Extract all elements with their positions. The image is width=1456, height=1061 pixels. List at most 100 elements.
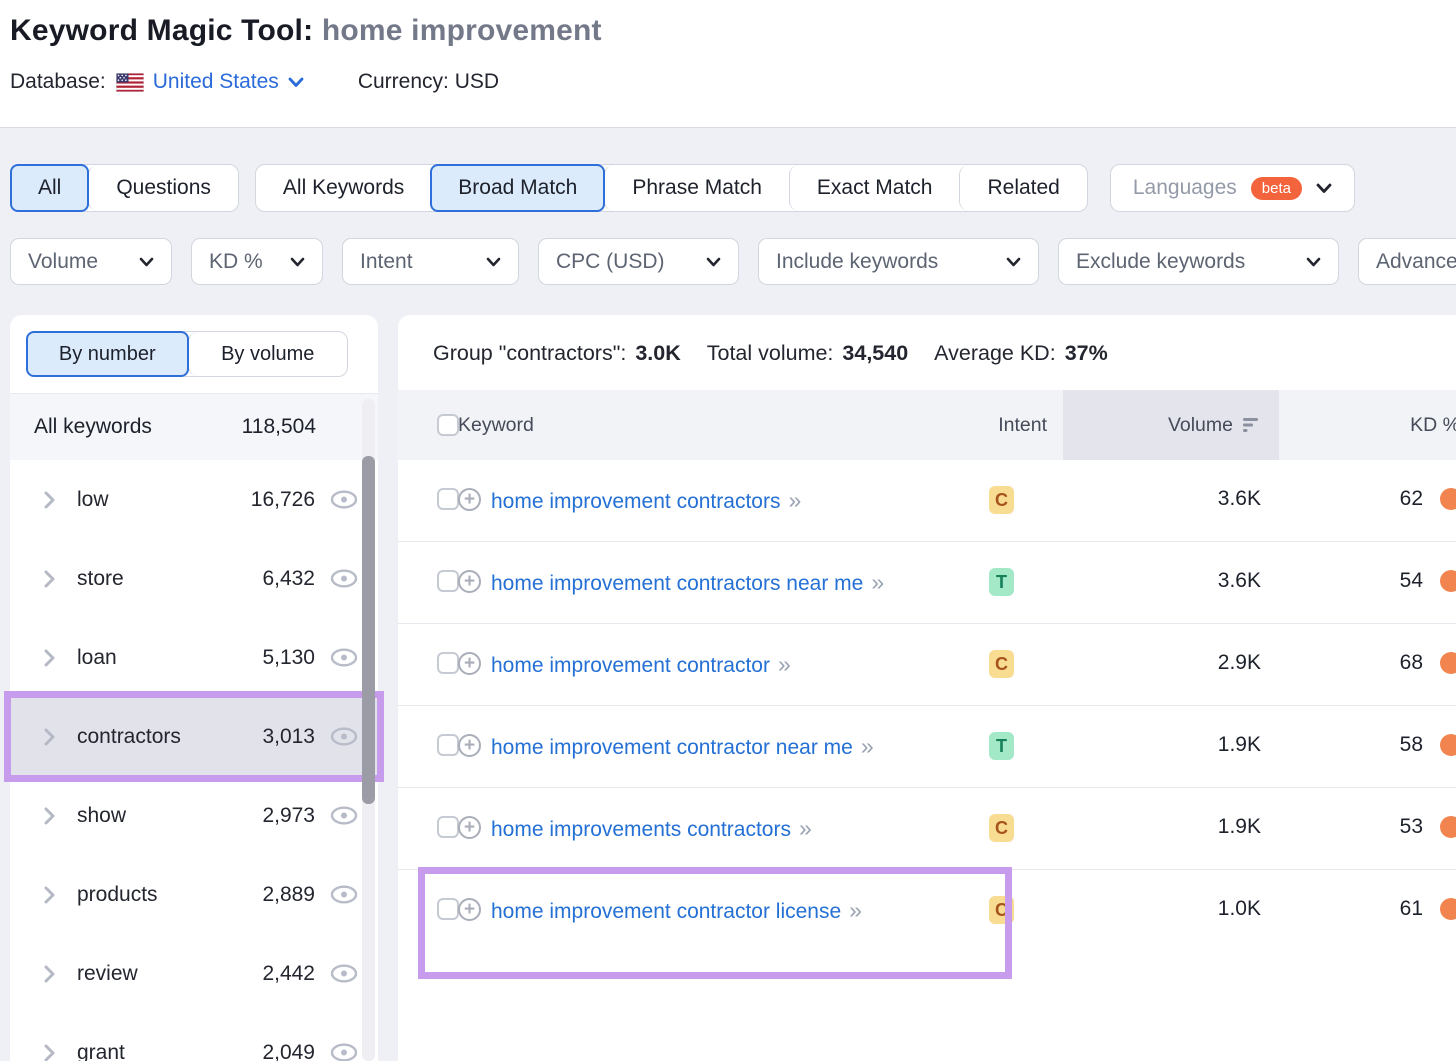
column-header-kd[interactable]: KD % [1279, 390, 1456, 460]
double-chevron-icon[interactable]: » [799, 815, 812, 841]
plus-circle-icon[interactable]: + [458, 652, 481, 675]
tab-questions[interactable]: Questions [88, 165, 238, 211]
row-checkbox[interactable] [437, 816, 459, 838]
row-checkbox[interactable] [437, 570, 459, 592]
intent-badge: T [989, 568, 1014, 596]
plus-circle-icon[interactable]: + [458, 734, 481, 757]
tab-phrase-match[interactable]: Phrase Match [604, 165, 789, 211]
keyword-link[interactable]: home improvement contractor near me [491, 736, 853, 759]
chevron-right-icon[interactable] [44, 649, 55, 667]
group-label: show [77, 804, 262, 828]
chevron-right-icon[interactable] [44, 1044, 55, 1061]
group-list: low 16,726 store 6,432 loan 5,130 contra… [10, 460, 378, 1061]
keyword-link[interactable]: home improvements contractors [491, 818, 791, 841]
table-header: Keyword Intent Volume KD % [398, 390, 1456, 460]
eye-icon[interactable] [330, 727, 358, 746]
chevron-right-icon[interactable] [44, 728, 55, 746]
column-header-intent[interactable]: Intent [973, 390, 1063, 460]
chevron-down-icon [706, 257, 721, 267]
eye-icon[interactable] [330, 964, 358, 983]
plus-circle-icon[interactable]: + [458, 816, 481, 839]
keyword-link[interactable]: home improvement contractor license [491, 900, 841, 923]
eye-icon[interactable] [330, 490, 358, 509]
sidebar-group-products[interactable]: products 2,889 [10, 855, 378, 934]
filter-cpc-usd[interactable]: CPC (USD) [538, 238, 739, 285]
tab-related[interactable]: Related [959, 165, 1086, 211]
double-chevron-icon[interactable]: » [871, 569, 884, 595]
eye-icon[interactable] [330, 806, 358, 825]
keyword-link[interactable]: home improvement contractors [491, 490, 780, 513]
volume-value: 3.6K [1063, 485, 1279, 511]
group-label: loan [77, 646, 262, 670]
filter-advanced-filters[interactable]: Advanced filters [1358, 238, 1456, 285]
toggle-by-number[interactable]: By number [26, 331, 189, 377]
group-label: store [77, 567, 262, 591]
filter-kd[interactable]: KD % [191, 238, 323, 285]
keyword-magic-tool-app: Keyword Magic Tool: home improvement Dat… [0, 0, 1456, 1061]
table-row: + home improvement contractors» C 3.6K 6… [398, 460, 1456, 541]
row-checkbox[interactable] [437, 488, 459, 510]
column-header-volume[interactable]: Volume [1063, 390, 1279, 460]
eye-icon[interactable] [330, 885, 358, 904]
group-count: 2,889 [262, 883, 315, 907]
plus-circle-icon[interactable]: + [458, 570, 481, 593]
select-all-checkbox[interactable] [437, 414, 459, 436]
toggle-by-volume[interactable]: By volume [188, 332, 348, 376]
database-label: Database: [10, 70, 106, 94]
double-chevron-icon[interactable]: » [788, 487, 801, 513]
sidebar-group-show[interactable]: show 2,973 [10, 776, 378, 855]
tab-exact-match[interactable]: Exact Match [789, 165, 960, 211]
tab-all-keywords[interactable]: All Keywords [256, 165, 431, 211]
sidebar-group-contractors[interactable]: contractors 3,013 [10, 697, 378, 776]
currency-label: Currency: [358, 70, 449, 93]
group-count: 3,013 [262, 725, 315, 749]
chevron-right-icon[interactable] [44, 570, 55, 588]
tab-all[interactable]: All [10, 164, 89, 212]
page-title-query: home improvement [322, 14, 602, 47]
sidebar-group-loan[interactable]: loan 5,130 [10, 618, 378, 697]
filter-include-keywords[interactable]: Include keywords [758, 238, 1039, 285]
summary-line: Group "contractors": 3.0K Total volume: … [398, 315, 1456, 390]
sidebar-group-grant[interactable]: grant 2,049 [10, 1013, 378, 1061]
double-chevron-icon[interactable]: » [778, 651, 791, 677]
keyword-link[interactable]: home improvement contractors near me [491, 572, 863, 595]
chevron-right-icon[interactable] [44, 965, 55, 983]
eye-icon[interactable] [330, 1043, 358, 1061]
volume-value: 1.9K [1063, 813, 1279, 839]
kd-difficulty-dot [1440, 652, 1456, 674]
keyword-link[interactable]: home improvement contractor [491, 654, 770, 677]
sidebar-group-store[interactable]: store 6,432 [10, 539, 378, 618]
filter-intent[interactable]: Intent [342, 238, 519, 285]
database-selector[interactable]: United States [153, 70, 304, 94]
filter-exclude-keywords[interactable]: Exclude keywords [1058, 238, 1339, 285]
filter-volume[interactable]: Volume [10, 238, 172, 285]
all-keywords-row[interactable]: All keywords 118,504 [10, 394, 378, 460]
sidebar-scrollbar[interactable] [362, 399, 375, 1061]
sidebar-group-review[interactable]: review 2,442 [10, 934, 378, 1013]
database-value: United States [153, 70, 279, 94]
eye-icon[interactable] [330, 648, 358, 667]
intent-badge: C [989, 814, 1014, 842]
chevron-right-icon[interactable] [44, 807, 55, 825]
double-chevron-icon[interactable]: » [849, 897, 862, 923]
page-title: Keyword Magic Tool: home improvement [10, 14, 1456, 48]
languages-dropdown[interactable]: Languages beta [1110, 164, 1355, 212]
filter-label: Advanced filters [1376, 250, 1456, 274]
sidebar-group-low[interactable]: low 16,726 [10, 460, 378, 539]
scrollbar-thumb[interactable] [362, 456, 375, 804]
tab-broad-match[interactable]: Broad Match [430, 164, 605, 212]
plus-circle-icon[interactable]: + [458, 898, 481, 921]
intent-badge: C [989, 650, 1014, 678]
languages-label: Languages [1133, 176, 1237, 200]
plus-circle-icon[interactable]: + [458, 488, 481, 511]
row-checkbox[interactable] [437, 898, 459, 920]
row-checkbox[interactable] [437, 652, 459, 674]
column-header-keyword[interactable]: Keyword [458, 390, 973, 460]
chevron-right-icon[interactable] [44, 886, 55, 904]
row-checkbox[interactable] [437, 734, 459, 756]
double-chevron-icon[interactable]: » [861, 733, 874, 759]
volume-value: 2.9K [1063, 649, 1279, 675]
chevron-right-icon[interactable] [44, 491, 55, 509]
filter-label: Volume [28, 250, 98, 274]
eye-icon[interactable] [330, 569, 358, 588]
